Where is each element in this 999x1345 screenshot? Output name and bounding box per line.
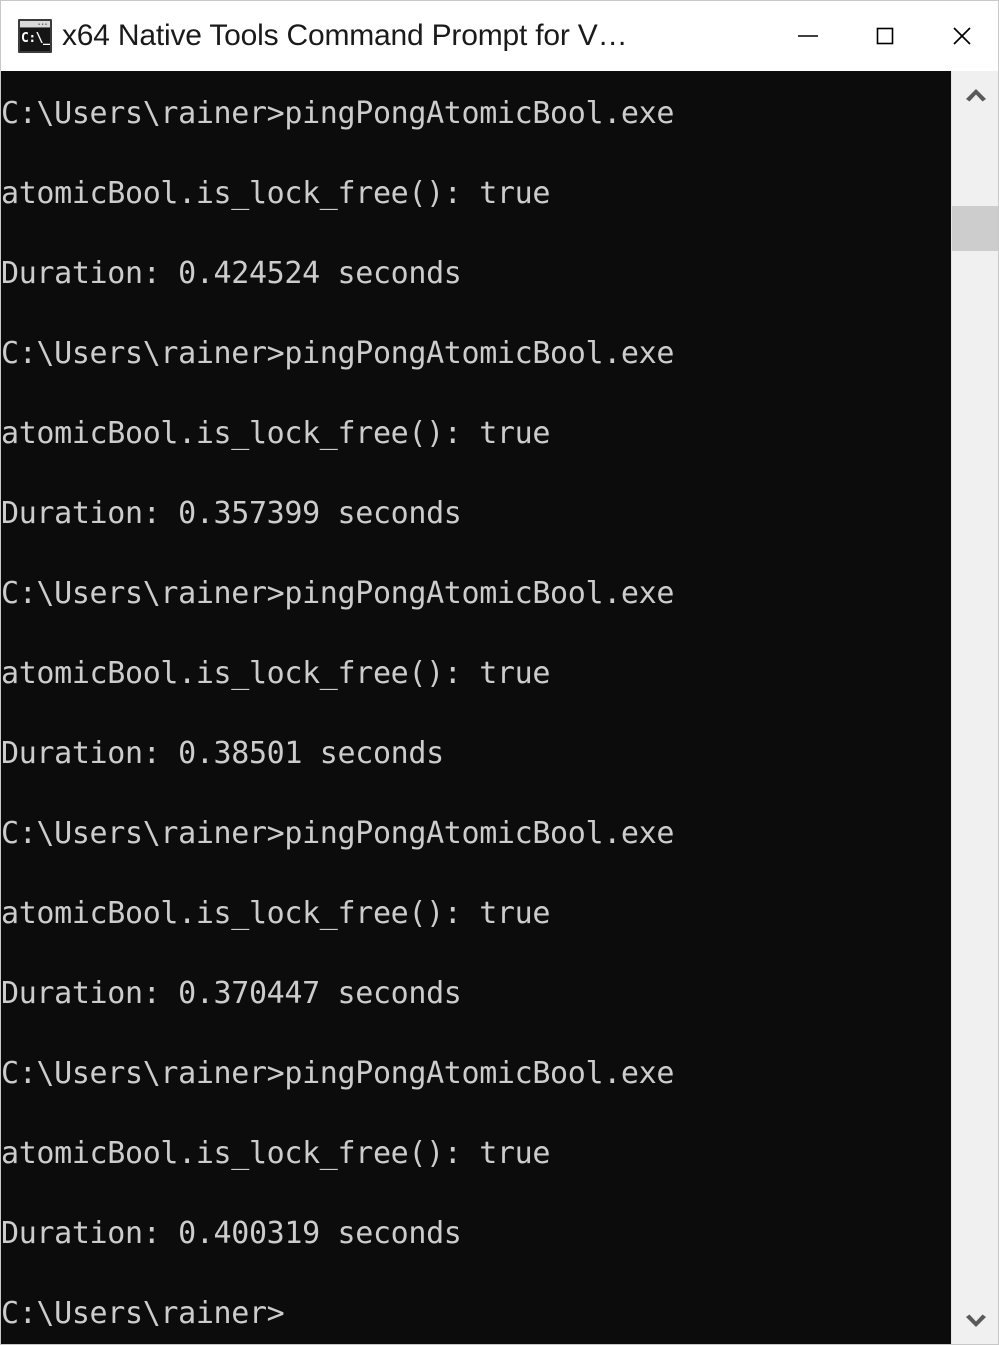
vertical-scrollbar[interactable] (951, 71, 998, 1344)
minimize-icon (797, 35, 818, 37)
minimize-button[interactable] (769, 1, 846, 71)
maximize-button[interactable] (846, 1, 923, 71)
cmd-prompt-icon: ••• C:\_ (18, 19, 52, 53)
window-controls (769, 1, 998, 71)
scroll-up-button[interactable] (952, 71, 998, 119)
scrollbar-thumb[interactable] (952, 206, 998, 251)
scroll-up-arrow-icon (965, 89, 986, 102)
title-bar[interactable]: ••• C:\_ x64 Native Tools Command Prompt… (1, 1, 998, 71)
icon-dots: ••• (37, 21, 48, 28)
scroll-down-button[interactable] (952, 1297, 998, 1344)
scroll-down-arrow-icon (965, 1314, 986, 1327)
window-title: x64 Native Tools Command Prompt for V… (62, 19, 628, 52)
terminal-text: C:\Users\rainer>pingPongAtomicBool.exe a… (1, 96, 675, 1331)
close-button[interactable] (923, 1, 998, 71)
maximize-icon (876, 27, 893, 45)
close-icon (952, 27, 971, 45)
terminal-output-area[interactable]: C:\Users\rainer>pingPongAtomicBool.exe a… (1, 71, 951, 1344)
command-prompt-window: ••• C:\_ x64 Native Tools Command Prompt… (0, 0, 999, 1345)
icon-title-strip: ••• (20, 21, 50, 28)
icon-prompt-text: C:\_ (20, 28, 50, 51)
